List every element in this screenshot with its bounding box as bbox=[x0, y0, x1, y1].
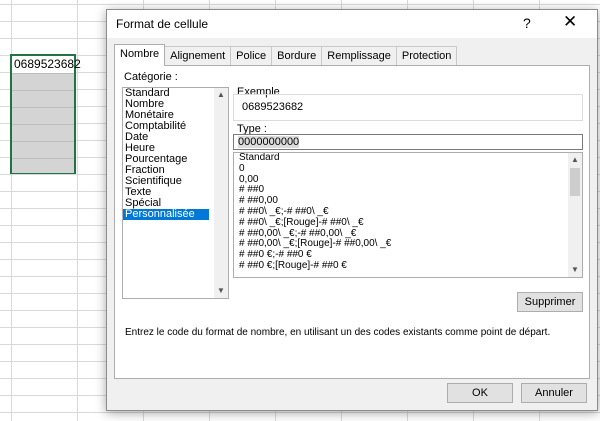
dialog-tabs: Nombre Alignement Police Bordure Remplis… bbox=[114, 44, 458, 66]
selected-cell[interactable] bbox=[12, 141, 74, 158]
category-label: Catégorie : bbox=[124, 71, 178, 83]
nombre-panel: Catégorie : Standard Nombre Monétaire Co… bbox=[114, 65, 590, 379]
format-item[interactable]: Standard bbox=[234, 153, 582, 164]
category-item-selected[interactable]: Personnalisée bbox=[123, 209, 209, 220]
active-cell[interactable]: 0689523682 bbox=[12, 56, 81, 73]
dialog-titlebar[interactable]: Format de cellule ? ✕ bbox=[107, 10, 597, 38]
scroll-down-icon[interactable]: ▼ bbox=[214, 284, 228, 298]
tab-alignement[interactable]: Alignement bbox=[164, 46, 232, 65]
type-input[interactable]: 0000000000 bbox=[233, 134, 583, 150]
tab-bordure[interactable]: Bordure bbox=[271, 46, 323, 65]
type-input-value: 0000000000 bbox=[238, 136, 300, 148]
example-box: 0689523682 bbox=[233, 94, 583, 121]
selected-cell-range[interactable]: 0689523682 bbox=[10, 54, 81, 174]
selected-cell[interactable] bbox=[12, 73, 74, 90]
format-item[interactable]: 0 bbox=[234, 163, 582, 175]
format-cells-dialog: Format de cellule ? ✕ Nombre Alignement … bbox=[106, 9, 598, 411]
format-item[interactable]: 0,00 bbox=[234, 174, 582, 186]
format-scrollbar[interactable]: ▲ ▼ bbox=[568, 153, 582, 277]
selected-cell[interactable] bbox=[12, 90, 74, 107]
scroll-up-icon[interactable]: ▲ bbox=[214, 88, 228, 102]
format-item[interactable]: # ##0 bbox=[234, 185, 582, 196]
format-list[interactable]: Standard 0 0,00 # ##0 # ##0,00 # ##0\ _€… bbox=[233, 152, 583, 278]
tab-remplissage[interactable]: Remplissage bbox=[321, 46, 397, 65]
dialog-title: Format de cellule bbox=[116, 17, 209, 31]
selected-cell[interactable] bbox=[12, 158, 74, 173]
tab-nombre[interactable]: Nombre bbox=[114, 44, 166, 66]
category-scrollbar[interactable]: ▲ ▼ bbox=[214, 88, 228, 298]
format-description: Entrez le code du format de nombre, en u… bbox=[125, 327, 551, 338]
tab-protection[interactable]: Protection bbox=[395, 46, 458, 65]
help-button[interactable]: ? bbox=[523, 15, 531, 31]
close-button[interactable]: ✕ bbox=[563, 12, 577, 32]
tab-police[interactable]: Police bbox=[230, 46, 273, 65]
selected-cell[interactable] bbox=[12, 124, 74, 141]
cancel-button[interactable]: Annuler bbox=[521, 383, 587, 403]
example-value: 0689523682 bbox=[242, 101, 304, 113]
scroll-down-icon[interactable]: ▼ bbox=[568, 263, 582, 277]
format-item[interactable]: # ##0\ _€;[Rouge]-# ##0\ _€ bbox=[234, 217, 582, 229]
format-item[interactable]: # ##0 €;[Rouge]-# ##0 € bbox=[234, 260, 582, 272]
delete-button[interactable]: Supprimer bbox=[517, 292, 583, 312]
selected-cell[interactable] bbox=[12, 107, 74, 124]
category-list[interactable]: Standard Nombre Monétaire Comptabilité D… bbox=[122, 87, 229, 299]
scroll-up-icon[interactable]: ▲ bbox=[568, 153, 582, 167]
scroll-thumb[interactable] bbox=[570, 168, 580, 196]
ok-button[interactable]: OK bbox=[447, 383, 513, 403]
